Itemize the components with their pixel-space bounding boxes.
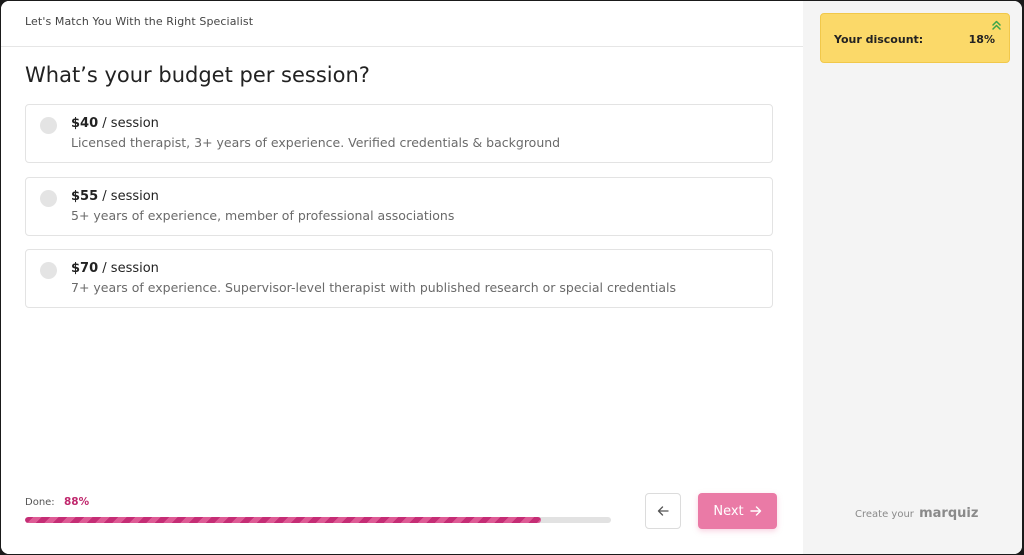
price-unit: / session xyxy=(102,116,159,131)
option-description: 5+ years of experience, member of profes… xyxy=(71,208,455,223)
option-price: $70 / session xyxy=(71,261,159,276)
arrow-right-icon xyxy=(749,506,761,516)
option-description: 7+ years of experience. Supervisor-level… xyxy=(71,280,676,295)
radio-button[interactable] xyxy=(40,117,57,134)
progress-value: 88% xyxy=(64,496,90,508)
brand-link[interactable]: Create your marquiz xyxy=(855,506,978,521)
option-price: $55 / session xyxy=(71,189,159,204)
price-amount: $55 xyxy=(71,189,99,204)
back-button[interactable] xyxy=(645,493,681,529)
quiz-window: Let's Match You With the Right Specialis… xyxy=(1,1,1022,554)
brand-logo: marquiz xyxy=(919,506,979,521)
quiz-header: Let's Match You With the Right Specialis… xyxy=(1,1,803,47)
discount-badge: Your discount: 18% xyxy=(820,13,1010,63)
discount-label: Your discount: xyxy=(834,33,924,46)
option-70[interactable]: $70 / session 7+ years of experience. Su… xyxy=(25,249,773,308)
radio-button[interactable] xyxy=(40,262,57,279)
progress-label: Done: xyxy=(25,497,55,508)
option-40[interactable]: $40 / session Licensed therapist, 3+ yea… xyxy=(25,104,773,163)
brand-prefix: Create your xyxy=(855,509,914,520)
option-55[interactable]: $55 / session 5+ years of experience, me… xyxy=(25,177,773,236)
quiz-title: Let's Match You With the Right Specialis… xyxy=(25,15,254,28)
next-button-label: Next xyxy=(713,503,744,519)
radio-button[interactable] xyxy=(40,190,57,207)
option-description: Licensed therapist, 3+ years of experien… xyxy=(71,135,561,150)
progress-bar-fill xyxy=(25,517,541,523)
discount-value: 18% xyxy=(968,33,995,46)
next-button[interactable]: Next xyxy=(698,493,777,529)
price-amount: $40 xyxy=(71,116,99,131)
quiz-main-panel: Let's Match You With the Right Specialis… xyxy=(1,1,803,554)
question-heading: What’s your budget per session? xyxy=(25,63,370,87)
option-price: $40 / session xyxy=(71,116,159,131)
price-amount: $70 xyxy=(71,261,99,276)
arrow-left-icon xyxy=(657,506,669,516)
progress-bar xyxy=(25,517,611,523)
sidebar: Your discount: 18% Create your marquiz xyxy=(803,1,1022,554)
double-chevron-up-icon xyxy=(992,20,1001,30)
price-unit: / session xyxy=(102,189,159,204)
price-unit: / session xyxy=(102,261,159,276)
